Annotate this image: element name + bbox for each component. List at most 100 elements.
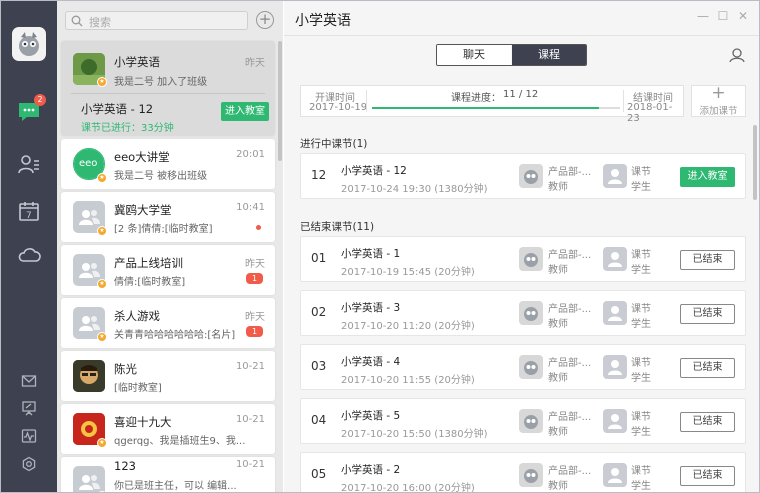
star-badge-icon: ★ (97, 77, 107, 87)
progress-label: 课程进度： (451, 93, 501, 104)
tab-course[interactable]: 课程 (512, 45, 586, 65)
conversation-time: 昨天 (245, 259, 265, 270)
ended-button[interactable]: 已结束 (680, 412, 735, 432)
conversation-item[interactable]: ★ 小学英语 昨天 我是二号 加入了班级 小学英语 - 12 课节已进行：33分… (61, 41, 275, 136)
enter-classroom-button[interactable]: 进入教室 (221, 102, 269, 121)
add-circle-icon[interactable]: + (256, 11, 274, 29)
lesson-title: 小学英语 - 4 (341, 356, 401, 368)
conversation-name: 123 (114, 459, 136, 473)
add-lesson-button[interactable]: + 添加课节 (691, 85, 746, 117)
plus-icon: + (711, 83, 726, 103)
teacher-name: 产品部-... (548, 250, 592, 261)
end-time-value: 2018-01-23 (627, 102, 673, 124)
divider (623, 90, 624, 112)
conversation-message: 你已是班主任，可以 编辑... (114, 481, 237, 492)
teacher-name: 产品部-... (548, 167, 592, 178)
lesson-row[interactable]: 05 小学英语 - 2 2017-10-20 16:00 (20分钟) 产品部-… (300, 452, 746, 492)
student-name: 课节 (631, 412, 651, 423)
student-avatar (603, 409, 627, 433)
teacher-role: 教师 (548, 373, 568, 384)
cloud-icon[interactable] (15, 241, 43, 269)
main-panel: 小学英语 — ☐ ✕ 聊天 课程 开课时间 2017-10-19 课程进度： 1… (284, 1, 759, 492)
conversation-scrollbar[interactable] (278, 41, 282, 161)
conversation-item[interactable]: ★ 喜迎十九大 10-21 qgerqg、我是插班生9、我... (61, 404, 275, 454)
progress-value: 11 / 12 (503, 89, 539, 100)
group-avatar (73, 466, 105, 492)
search-box[interactable]: 搜索 (65, 11, 248, 30)
lesson-title: 小学英语 - 12 (341, 165, 407, 177)
maximize-icon[interactable]: ☐ (716, 9, 730, 23)
whiteboard-icon[interactable] (21, 400, 37, 416)
left-nav-rail: 2 7 (1, 1, 57, 492)
ended-button[interactable]: 已结束 (680, 466, 735, 486)
conversation-message: 我是二号 被移出班级 (114, 171, 208, 182)
enter-classroom-button[interactable]: 进入教室 (680, 167, 735, 187)
close-icon[interactable]: ✕ (736, 9, 750, 23)
monitor-icon[interactable] (21, 428, 37, 444)
conversation-time: 10-21 (235, 414, 265, 425)
divider (71, 93, 265, 94)
conversation-item[interactable]: eeo ★ eeo大讲堂 20:01 我是二号 被移出班级 (61, 139, 275, 189)
lesson-number: 04 (311, 413, 327, 427)
conversation-item[interactable]: 陈光 10-21 [临时教室] (61, 351, 275, 401)
student-avatar (603, 247, 627, 271)
course-info-bar: 开课时间 2017-10-19 课程进度： 11 / 12 结课时间 2018-… (300, 85, 684, 124)
lesson-row[interactable]: 04 小学英语 - 5 2017-10-20 15:50 (1380分钟) 产品… (300, 398, 746, 444)
unread-count-badge: 1 (246, 273, 263, 284)
lesson-number: 03 (311, 359, 327, 373)
student-avatar (603, 164, 627, 188)
student-name: 课节 (631, 304, 651, 315)
view-tabs: 聊天 课程 (436, 44, 587, 66)
svg-text:7: 7 (26, 211, 32, 221)
user-avatar[interactable] (12, 27, 46, 61)
conversation-message: [2 条]倩倩:[临时教室] (114, 224, 213, 235)
conversation-item[interactable]: ★ 冀鸥大学堂 10:41 [2 条]倩倩:[临时教室] (61, 192, 275, 242)
settings-icon[interactable] (21, 456, 37, 472)
teacher-avatar (519, 355, 543, 379)
student-role: 学生 (631, 182, 651, 193)
conversation-time: 10-21 (235, 459, 265, 470)
conversation-name: 喜迎十九大 (114, 415, 172, 429)
ended-button[interactable]: 已结束 (680, 250, 735, 270)
conversation-message: 关青青哈哈哈哈哈哈:[名片] (114, 330, 236, 341)
minimize-icon[interactable]: — (696, 9, 710, 23)
lesson-row[interactable]: 02 小学英语 - 3 2017-10-20 11:20 (20分钟) 产品部-… (300, 290, 746, 336)
mail-icon[interactable] (21, 373, 37, 389)
lesson-time: 2017-10-20 11:55 (20分钟) (341, 375, 475, 386)
lesson-row[interactable]: 03 小学英语 - 4 2017-10-20 11:55 (20分钟) 产品部-… (300, 344, 746, 390)
conversation-time: 20:01 (236, 149, 265, 160)
conversation-message: 倩倩:[临时教室] (114, 277, 186, 288)
conversation-item[interactable]: ★ 产品上线培训 昨天 倩倩:[临时教室] 1 (61, 245, 275, 295)
ended-button[interactable]: 已结束 (680, 358, 735, 378)
tab-chat[interactable]: 聊天 (437, 45, 511, 65)
star-badge-icon: ★ (97, 173, 107, 183)
lesson-row[interactable]: 01 小学英语 - 1 2017-10-19 15:45 (20分钟) 产品部-… (300, 236, 746, 282)
conversation-time: 昨天 (245, 58, 265, 69)
student-role: 学生 (631, 373, 651, 384)
conversation-name: 冀鸥大学堂 (114, 203, 172, 217)
lesson-number: 01 (311, 251, 327, 265)
student-role: 学生 (631, 319, 651, 330)
conversation-message: [临时教室] (114, 383, 162, 394)
lesson-title: 小学英语 - 1 (341, 248, 401, 260)
member-icon[interactable] (728, 47, 746, 66)
student-role: 学生 (631, 427, 651, 438)
lesson-time: 2017-10-20 15:50 (1380分钟) (341, 429, 488, 440)
ended-button[interactable]: 已结束 (680, 304, 735, 324)
contacts-icon[interactable] (15, 150, 43, 178)
lesson-row[interactable]: 12 小学英语 - 12 2017-10-24 19:30 (1380分钟) 产… (300, 153, 746, 199)
student-role: 学生 (631, 265, 651, 276)
chat-icon[interactable]: 2 (15, 94, 46, 126)
chat-unread-badge: 2 (34, 94, 46, 106)
finished-section-title: 已结束课节(11) (300, 221, 375, 233)
conversation-item[interactable]: ★ 123 10-21 你已是班主任，可以 编辑... (61, 457, 275, 492)
calendar-icon[interactable]: 7 (15, 197, 43, 225)
student-name: 课节 (631, 167, 651, 178)
search-input[interactable]: 搜索 (89, 14, 111, 30)
divider (366, 90, 367, 112)
lesson-title: 小学英语 - 3 (341, 302, 401, 314)
lesson-title: 小学英语 - 2 (341, 464, 401, 476)
teacher-avatar (519, 301, 543, 325)
main-scrollbar[interactable] (753, 125, 757, 200)
conversation-item[interactable]: ★ 杀人游戏 昨天 关青青哈哈哈哈哈哈:[名片] 1 (61, 298, 275, 348)
